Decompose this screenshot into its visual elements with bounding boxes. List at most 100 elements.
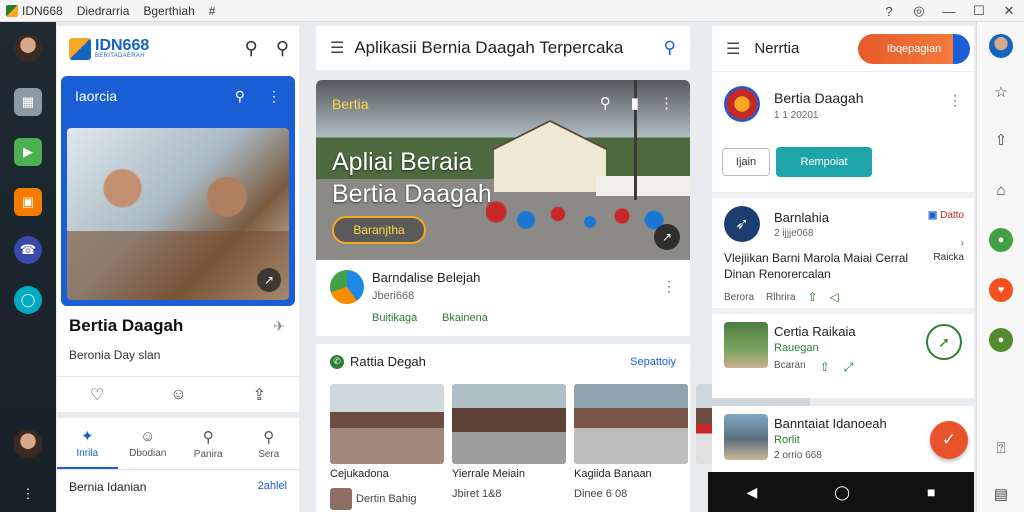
- send-icon[interactable]: ➚: [926, 324, 962, 360]
- tab-search[interactable]: ⚲ Panira: [178, 418, 239, 469]
- hero-wall: [596, 176, 690, 196]
- bookmark-icon[interactable]: ▮: [631, 94, 639, 112]
- article-date: Jberi668: [372, 290, 415, 302]
- tab-label: Panira: [193, 448, 223, 460]
- tab-label: Sera: [258, 448, 280, 460]
- search-icon[interactable]: ⚲: [600, 94, 611, 112]
- search-icon[interactable]: ⚲: [235, 88, 245, 105]
- news-item[interactable]: ➶ Barnlahia 2 ijjje068 ▣ Datto › Vlejiik…: [712, 192, 974, 304]
- gallery-link[interactable]: Sepattoiy: [630, 356, 676, 368]
- comment-icon[interactable]: ☺: [170, 386, 186, 404]
- lock-icon[interactable]: ⍰: [989, 436, 1013, 460]
- tab-profile[interactable]: ⚲ Sera: [239, 418, 300, 469]
- share-icon[interactable]: ⇪: [253, 385, 266, 405]
- share-icon[interactable]: ◁: [830, 290, 839, 304]
- tab-label: Inrila: [76, 447, 99, 459]
- tab-discover[interactable]: ☺ Dbodian: [118, 418, 179, 469]
- app-icon[interactable]: ●: [989, 228, 1013, 252]
- menu-icon[interactable]: ☰: [330, 38, 344, 58]
- hero-house: [494, 122, 606, 192]
- maximize-button[interactable]: ☐: [964, 3, 994, 19]
- menu-item-2[interactable]: Bgerthiah: [143, 4, 194, 18]
- news-title: Certia Raikaia: [774, 324, 856, 339]
- settings-button[interactable]: ◎: [904, 3, 934, 19]
- upload-icon[interactable]: ⇧: [989, 128, 1013, 152]
- contact-avatar[interactable]: [14, 430, 42, 458]
- hero-banner[interactable]: Bertia ⚲ ▮ ⋮ Apliai Beraia Bertia Daagah…: [316, 80, 690, 260]
- gallery-thumbnail[interactable]: [574, 384, 688, 464]
- hero-title-line-2: Bertia Daagah: [332, 180, 492, 208]
- menu-icon[interactable]: ☰: [726, 39, 740, 59]
- menu-item-3[interactable]: #: [209, 4, 216, 18]
- close-button[interactable]: ✕: [994, 3, 1024, 19]
- phone-icon[interactable]: ☎: [14, 236, 42, 264]
- globe-icon[interactable]: ●: [989, 328, 1013, 352]
- help-button[interactable]: ?: [874, 4, 904, 19]
- featured-photo: ↗: [67, 128, 289, 300]
- section-link[interactable]: 2ahlel: [258, 480, 287, 494]
- profile-card: Bertia Daagah 1 1 20201 ⋮ Ijain Rempoiat: [712, 76, 974, 188]
- hero-title-line-1: Apliai Beraia: [332, 148, 473, 176]
- user-avatar[interactable]: [989, 34, 1013, 58]
- hero-button[interactable]: Baranjtha: [332, 216, 426, 244]
- phone-icon: ✆: [330, 354, 344, 369]
- gallery-subcaption: Dinee 6 08: [574, 488, 628, 500]
- search-icon-2[interactable]: ⚲: [276, 38, 289, 59]
- app-icon[interactable]: ▣: [14, 188, 42, 216]
- brand-header: IDN668 BERITADAERAH ⚲ ⚲: [57, 26, 299, 72]
- back-icon[interactable]: ◀: [747, 484, 758, 501]
- like-icon[interactable]: ⇧: [820, 360, 830, 375]
- share-icon[interactable]: ↗: [257, 268, 281, 292]
- heart-icon[interactable]: ♥: [989, 278, 1013, 302]
- news-headline: Vlejiikan Barni Marola Maiai Cerral Dina…: [724, 251, 909, 281]
- article-tag[interactable]: Bkainena: [442, 312, 488, 324]
- gallery-subcaption: Dertin Bahig: [356, 492, 417, 505]
- more-icon[interactable]: ⋮: [662, 278, 676, 295]
- pin-icon[interactable]: ✈: [273, 318, 285, 335]
- share-icon[interactable]: ↗: [654, 224, 680, 250]
- article-card[interactable]: Barndalise Belejah Jberi668 Buitikaga Bk…: [316, 260, 690, 336]
- search-icon[interactable]: ⚲: [664, 38, 676, 58]
- more-icon[interactable]: ⋮: [659, 94, 674, 112]
- photo-icon[interactable]: ▦: [14, 88, 42, 116]
- edit-fab-button[interactable]: ✓: [930, 421, 968, 459]
- play-store-icon[interactable]: ▶: [14, 138, 42, 166]
- article-tag[interactable]: Buitikaga: [372, 312, 417, 324]
- star-icon[interactable]: ☆: [989, 80, 1013, 104]
- chevron-right-icon[interactable]: ›: [961, 238, 964, 249]
- right-panel: ☰ Nerrtia Ibqepagian Bertia Daagah 1 1 2…: [712, 26, 974, 398]
- user-avatar[interactable]: [14, 34, 42, 62]
- join-button[interactable]: Ijain: [722, 148, 770, 176]
- report-button[interactable]: Rempoiat: [776, 147, 872, 177]
- news-meta: Berora: [724, 291, 755, 303]
- rocket-icon: ➶: [724, 206, 760, 242]
- subscribe-button[interactable]: Ibqepagian: [858, 34, 970, 64]
- home-icon[interactable]: ⌂: [989, 178, 1013, 202]
- news-subtitle: Rorlit: [774, 434, 800, 446]
- bottom-nav-panel: ✦ Inrila ☺ Dbodian ⚲ Panira ⚲ Sera Berni…: [57, 418, 299, 512]
- gallery-caption: Yierrale Meiain: [452, 468, 525, 480]
- brand-logo-icon: [69, 38, 91, 60]
- gallery-thumbnail[interactable]: [330, 384, 444, 464]
- more-icon[interactable]: ⋮: [948, 92, 962, 109]
- gallery-thumbnail[interactable]: [452, 384, 566, 464]
- news-subtitle: Rauegan: [774, 342, 819, 354]
- recents-icon[interactable]: ■: [927, 484, 935, 500]
- search-icon[interactable]: ⚲: [245, 38, 258, 59]
- layout-icon[interactable]: ▤: [989, 482, 1013, 506]
- menu-item-1[interactable]: Diedrarria: [77, 4, 130, 18]
- tab-label: Dbodian: [129, 448, 167, 459]
- like-icon[interactable]: ⇧: [807, 290, 817, 304]
- more-icon[interactable]: ⋮: [14, 480, 42, 508]
- home-icon[interactable]: ◯: [834, 484, 850, 501]
- chat-icon[interactable]: ◯: [14, 286, 42, 314]
- news-item[interactable]: Certia Raikaia Rauegan Bcaran ⇧ ⤢ ➚: [712, 308, 974, 398]
- minimize-button[interactable]: —: [934, 4, 964, 19]
- app-logo-icon: [6, 4, 18, 17]
- tab-home[interactable]: ✦ Inrila: [57, 418, 118, 469]
- more-icon[interactable]: ⋮: [267, 88, 281, 105]
- like-icon[interactable]: ♡: [90, 385, 104, 405]
- action-bar: ♡ ☺ ⇪: [57, 376, 299, 412]
- share-icon[interactable]: ⤢: [844, 360, 854, 375]
- featured-card[interactable]: Iaorcia ⚲ ⋮ ↗: [61, 76, 295, 306]
